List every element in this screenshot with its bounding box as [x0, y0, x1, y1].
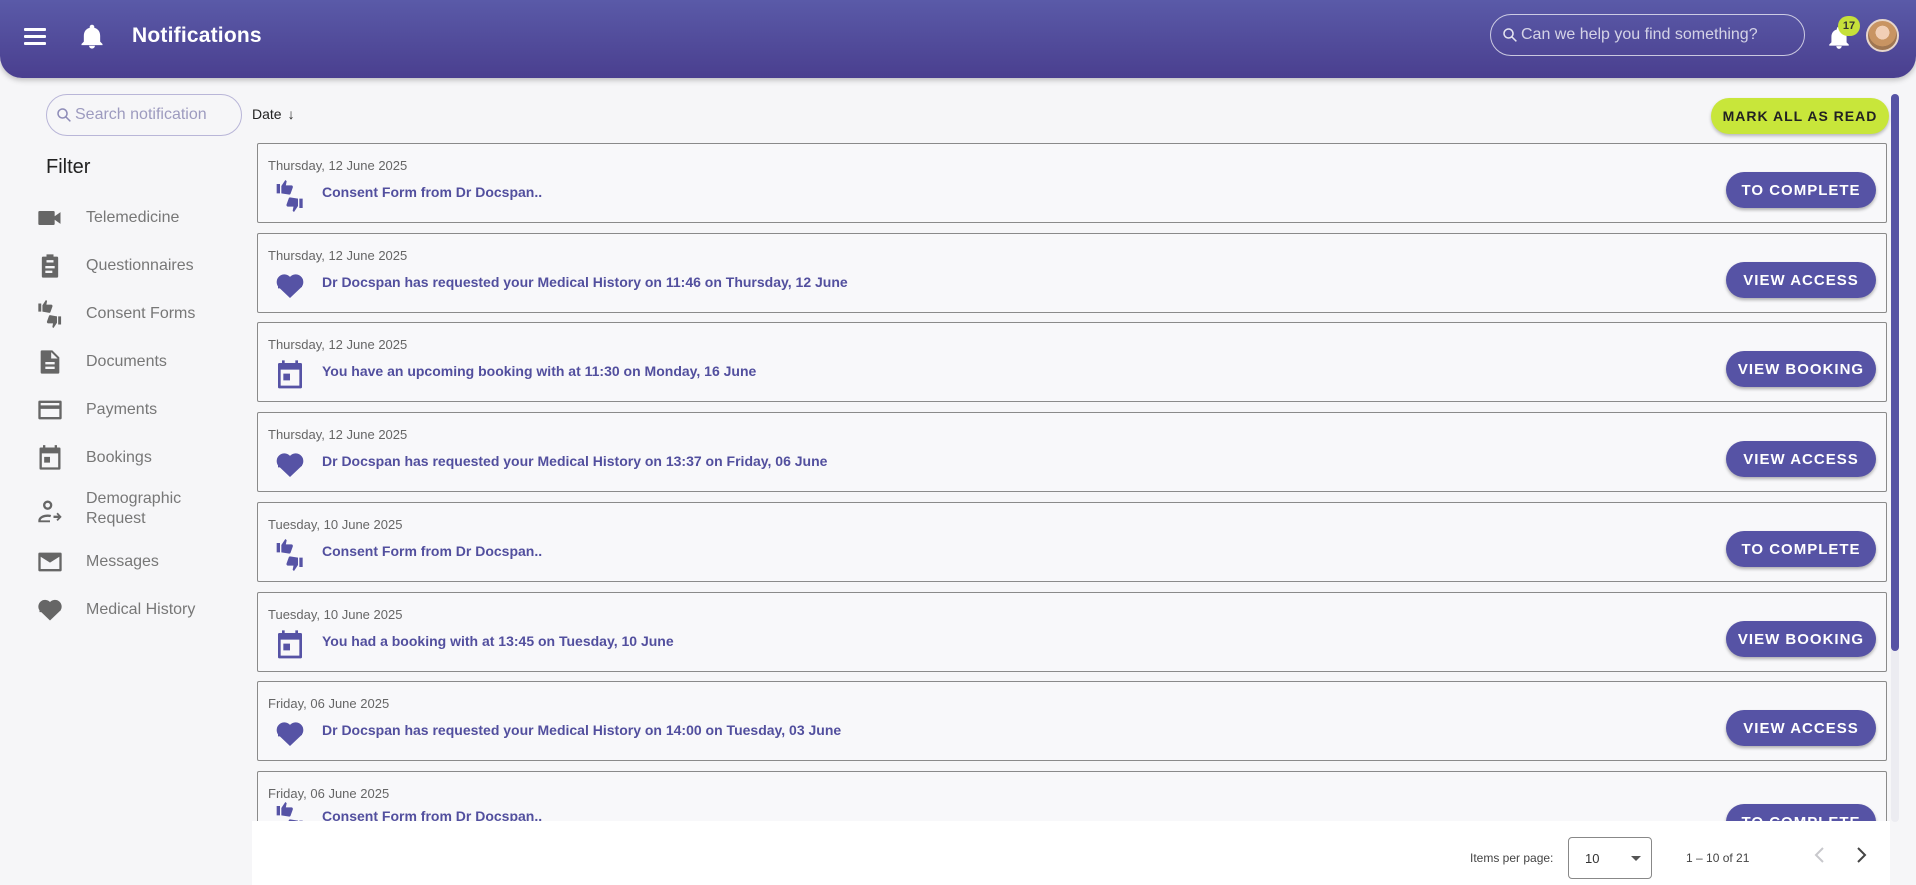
clipboard-icon	[36, 252, 64, 280]
notification-date: Thursday, 12 June 2025	[268, 158, 408, 173]
filter-item-documents[interactable]: Documents	[30, 342, 230, 382]
notification-text: Consent Form from Dr Docspan..	[322, 184, 543, 200]
notification-count-badge: 17	[1838, 16, 1860, 36]
notification-date: Thursday, 12 June 2025	[268, 248, 408, 263]
search-icon	[1501, 26, 1519, 44]
notification-card[interactable]: Thursday, 12 June 2025 You have an upcom…	[257, 322, 1887, 402]
heart-pulse-icon	[36, 596, 64, 624]
items-per-page-label: Items per page:	[1470, 851, 1554, 865]
notification-date: Tuesday, 10 June 2025	[268, 517, 403, 532]
notification-date: Thursday, 12 June 2025	[268, 337, 408, 352]
bell-icon	[78, 22, 106, 52]
filter-item-consent-forms[interactable]: Consent Forms	[30, 294, 230, 334]
notification-card[interactable]: Thursday, 12 June 2025 Dr Docspan has re…	[257, 412, 1887, 492]
filter-item-label: Medical History	[86, 601, 196, 618]
filter-item-payments[interactable]: Payments	[30, 390, 230, 430]
calendar-icon	[274, 629, 306, 661]
filter-item-bookings[interactable]: Bookings	[30, 438, 230, 478]
search-icon	[55, 106, 73, 124]
mark-all-as-read-button[interactable]: MARK ALL AS READ	[1711, 98, 1889, 134]
to-complete-button[interactable]: TO COMPLETE	[1726, 804, 1876, 821]
paginator: Items per page: 10 1 – 10 of 21	[252, 821, 1890, 885]
previous-page-icon[interactable]	[1808, 843, 1832, 867]
calendar-icon	[36, 444, 64, 472]
filter-item-label: Telemedicine	[86, 209, 180, 226]
filter-item-label: Payments	[86, 401, 158, 418]
notification-text: Dr Docspan has requested your Medical Hi…	[322, 274, 848, 290]
notification-text: You had a booking with at 13:45 on Tuesd…	[322, 633, 674, 649]
envelope-icon	[36, 548, 64, 576]
notification-card[interactable]: Thursday, 12 June 2025 Dr Docspan has re…	[257, 233, 1887, 313]
notification-date: Friday, 06 June 2025	[268, 786, 390, 801]
notification-text: Dr Docspan has requested your Medical Hi…	[322, 453, 828, 469]
notification-text: You have an upcoming booking with at 11:…	[322, 363, 757, 379]
view-booking-button[interactable]: VIEW BOOKING	[1726, 351, 1876, 387]
heart-pulse-icon	[274, 449, 306, 481]
notification-card[interactable]: Tuesday, 10 June 2025 You had a booking …	[257, 592, 1887, 672]
to-complete-button[interactable]: TO COMPLETE	[1726, 172, 1876, 208]
notification-list: Thursday, 12 June 2025 Consent Form from…	[252, 139, 1890, 821]
notification-date: Tuesday, 10 June 2025	[268, 607, 403, 622]
calendar-icon	[274, 359, 306, 391]
filter-item-label: Questionnaires	[86, 257, 194, 274]
filter-item-telemedicine[interactable]: Telemedicine	[30, 198, 230, 238]
filter-item-label: Demographic Request	[86, 490, 182, 527]
thumbs-up-down-icon	[274, 180, 306, 212]
to-complete-button[interactable]: TO COMPLETE	[1726, 531, 1876, 567]
heart-pulse-icon	[274, 270, 306, 302]
thumbs-up-down-icon	[274, 802, 306, 821]
document-icon	[36, 348, 64, 376]
notification-search[interactable]	[46, 94, 242, 136]
view-access-button[interactable]: VIEW ACCESS	[1726, 441, 1876, 477]
user-avatar[interactable]	[1866, 19, 1899, 52]
filter-item-questionnaires[interactable]: Questionnaires	[30, 246, 230, 286]
next-page-icon[interactable]	[1849, 843, 1873, 867]
notification-card[interactable]: Friday, 06 June 2025 Dr Docspan has requ…	[257, 681, 1887, 761]
filter-item-messages[interactable]: Messages	[30, 542, 230, 582]
hamburger-menu-icon[interactable]	[24, 28, 46, 46]
page-title: Notifications	[132, 24, 262, 47]
filter-item-demographic-request[interactable]: Demographic Request	[30, 490, 230, 531]
chevron-down-icon	[1631, 856, 1641, 861]
heart-pulse-icon	[274, 718, 306, 750]
filter-item-medical-history[interactable]: Medical History	[30, 590, 230, 630]
thumbs-up-down-icon	[36, 300, 64, 328]
credit-card-icon	[36, 396, 64, 424]
app-header: Notifications 17	[0, 0, 1916, 78]
thumbs-up-down-icon	[274, 539, 306, 571]
filter-item-label: Consent Forms	[86, 305, 196, 322]
notification-date: Friday, 06 June 2025	[268, 696, 390, 711]
filter-item-label: Messages	[86, 553, 159, 570]
notification-card[interactable]: Thursday, 12 June 2025 Consent Form from…	[257, 143, 1887, 223]
global-search[interactable]	[1490, 14, 1805, 56]
notification-search-input[interactable]	[75, 105, 235, 125]
scrollbar-thumb[interactable]	[1891, 94, 1899, 651]
sort-by-date[interactable]: Date ↓	[252, 106, 295, 122]
view-access-button[interactable]: VIEW ACCESS	[1726, 262, 1876, 298]
notification-date: Thursday, 12 June 2025	[268, 427, 408, 442]
filter-item-label: Documents	[86, 353, 167, 370]
global-search-input[interactable]	[1521, 24, 1791, 46]
page-range-label: 1 – 10 of 21	[1686, 851, 1750, 865]
items-per-page-value: 10	[1585, 851, 1600, 866]
video-camera-icon	[36, 204, 64, 232]
person-arrow-icon	[36, 497, 64, 525]
notification-text: Dr Docspan has requested your Medical Hi…	[322, 722, 842, 738]
notification-text: Consent Form from Dr Docspan..	[322, 543, 543, 559]
sort-label: Date	[252, 106, 282, 122]
filter-item-label: Bookings	[86, 449, 152, 466]
notification-card[interactable]: Tuesday, 10 June 2025 Consent Form from …	[257, 502, 1887, 582]
arrow-down-icon: ↓	[287, 106, 295, 122]
view-booking-button[interactable]: VIEW BOOKING	[1726, 621, 1876, 657]
view-access-button[interactable]: VIEW ACCESS	[1726, 710, 1876, 746]
notification-card[interactable]: Friday, 06 June 2025 Consent Form from D…	[257, 771, 1887, 821]
filter-title: Filter	[46, 156, 91, 178]
items-per-page-select[interactable]: 10	[1568, 837, 1652, 879]
notification-text: Consent Form from Dr Docspan..	[322, 808, 543, 821]
